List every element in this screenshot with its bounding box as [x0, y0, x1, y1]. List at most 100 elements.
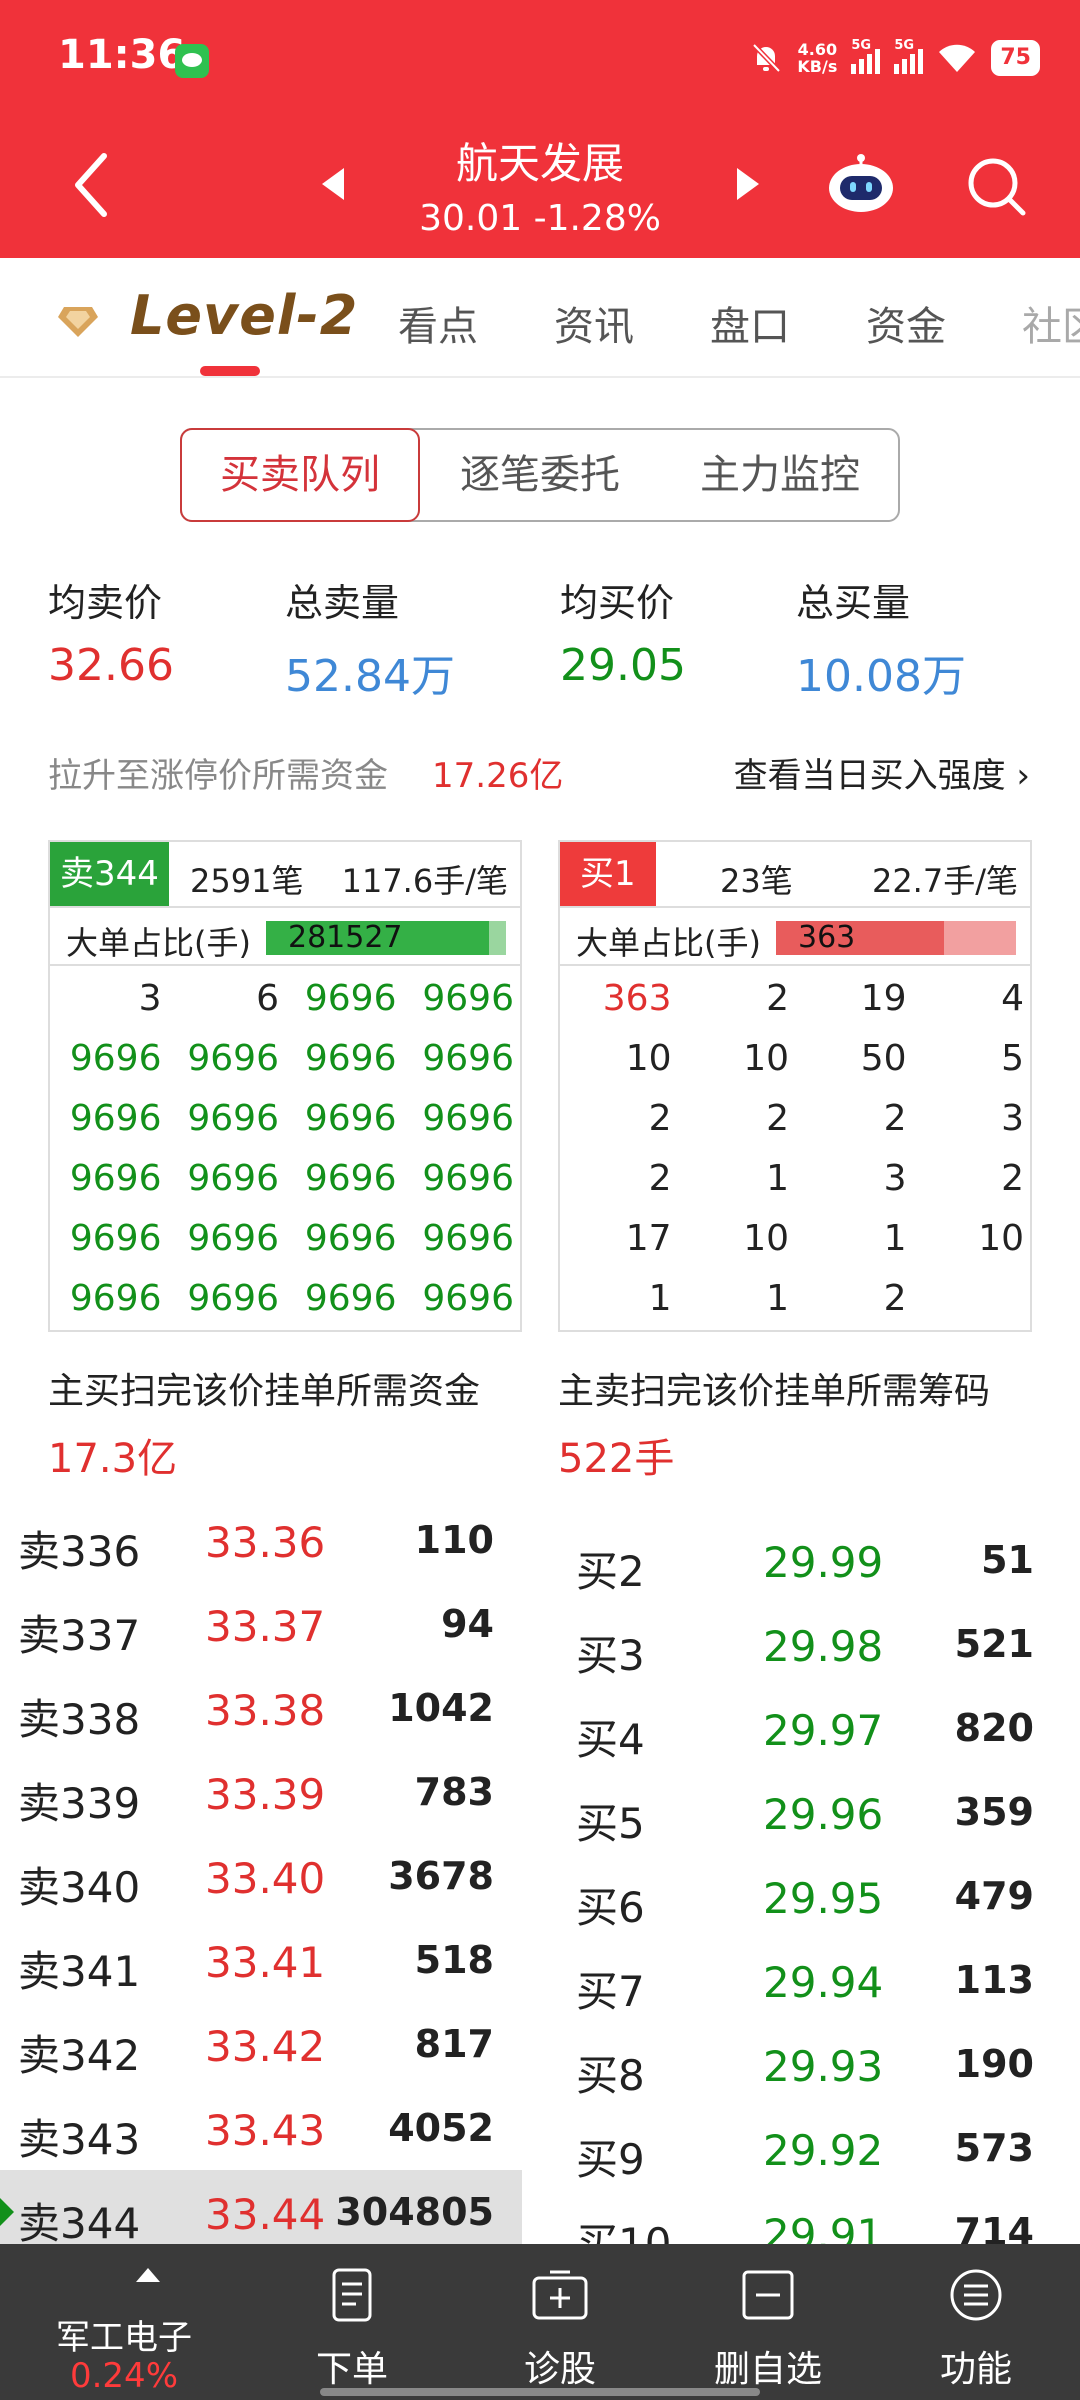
home-indicator[interactable] [320, 2388, 760, 2396]
sell-book-volume: 1042 [388, 1686, 494, 1730]
sell-book-row[interactable]: 卖344 33.44 304805 [0, 2170, 522, 2254]
sell-queue-row: 9696 9696 9696 9696 [50, 1028, 520, 1088]
sell-book-volume: 518 [414, 1938, 494, 1982]
buy-book-row[interactable]: 买5 29.96 359 [558, 1770, 1062, 1854]
sell-sweep-value: 522手 [558, 1436, 675, 1482]
search-icon[interactable] [965, 155, 1027, 217]
queue-segmented-control: 买卖队列 逐笔委托 主力监控 [180, 428, 900, 522]
diagnose-icon [532, 2270, 588, 2320]
buy-order-count: 23笔 [720, 862, 793, 900]
buy-book-volume: 479 [954, 1874, 1034, 1918]
sell-queue-cell: 9696 [422, 1157, 514, 1199]
buy-order-book: 买2 29.99 51 买3 29.98 521 买4 29.97 820 买5 29.96 359 买… [558, 1518, 1062, 2274]
buy-big-order-row: 大单占比(手) 363 [560, 908, 1030, 966]
sell-queue-grid: 3 6 9696 9696 9696 9696 9696 9696 9696 9696 9696 96… [50, 968, 520, 1328]
tab-funds[interactable]: 资金 [866, 294, 946, 352]
sell-book-level: 卖337 [18, 1611, 141, 1660]
segment-main-monitor[interactable]: 主力监控 [660, 430, 900, 520]
sell-book-volume: 4052 [388, 2106, 494, 2150]
tab-highlights[interactable]: 看点 [398, 294, 478, 352]
sell-book-row[interactable]: 卖336 33.36 110 [0, 1498, 522, 1582]
sell-book-row[interactable]: 卖338 33.38 1042 [0, 1666, 522, 1750]
sell-book-price: 33.43 [205, 2106, 326, 2155]
sell-book-row[interactable]: 卖337 33.37 94 [0, 1582, 522, 1666]
functions-label: 功能 [939, 2349, 1012, 2390]
buy-book-row[interactable]: 买3 29.98 521 [558, 1602, 1062, 1686]
avg-buy-label: 均买价 [560, 581, 675, 625]
buy-book-row[interactable]: 买4 29.97 820 [558, 1686, 1062, 1770]
buy-book-row[interactable]: 买8 29.93 190 [558, 2022, 1062, 2106]
diagnose-button[interactable]: 诊股 [460, 2244, 660, 2400]
sell-book-row[interactable]: 卖340 33.40 3678 [0, 1834, 522, 1918]
sell-book-row[interactable]: 卖341 33.41 518 [0, 1918, 522, 2002]
tab-news[interactable]: 资讯 [554, 294, 634, 352]
sell-book-price: 33.41 [205, 1938, 326, 1987]
sell-queue-row: 9696 9696 9696 9696 [50, 1268, 520, 1328]
buy-sweep-value: 17.3亿 [48, 1436, 178, 1482]
sell-book-price: 33.36 [205, 1518, 326, 1567]
functions-button[interactable]: 功能 [876, 2244, 1076, 2400]
sell-big-order-bar: 281527 [266, 921, 506, 955]
sell-queue-cell: 9696 [187, 1037, 279, 1079]
buy-queue-cell: 2 [648, 1157, 672, 1199]
diagnose-label: 诊股 [523, 2349, 596, 2390]
sell-book-level: 卖336 [18, 1527, 141, 1576]
buy-book-volume: 190 [954, 2042, 1034, 2086]
buy-book-level: 买7 [576, 1967, 645, 2016]
buy-queue-row: 1 1 2 [560, 1268, 1030, 1328]
buy-book-row[interactable]: 买6 29.95 479 [558, 1854, 1062, 1938]
order-button[interactable]: 下单 [252, 2244, 452, 2400]
next-stock-icon[interactable] [737, 168, 759, 200]
total-buy-label: 总买量 [796, 581, 911, 625]
sell-book-volume: 304805 [335, 2190, 494, 2234]
tab-orderbook[interactable]: 盘口 [710, 294, 790, 352]
buy-book-level: 买2 [576, 1547, 645, 1596]
signal-1-label: 5G [851, 38, 872, 53]
sell-book-level: 卖343 [18, 2115, 141, 2164]
buy-book-row[interactable]: 买7 29.94 113 [558, 1938, 1062, 2022]
sell-book-row[interactable]: 卖339 33.39 783 [0, 1750, 522, 1834]
related-sector-button[interactable]: 军工电子 0.24% [24, 2244, 224, 2400]
segment-buy-sell-queue[interactable]: 买卖队列 [180, 428, 420, 522]
active-tab-indicator [200, 366, 260, 376]
net-speed: 4.60 KB/s [797, 41, 837, 75]
sell-queue-cell: 9696 [304, 1157, 397, 1199]
sell-queue-cell: 9696 [422, 1097, 514, 1139]
sell-queue-cell: 9696 [304, 1217, 397, 1259]
wechat-icon [175, 44, 209, 78]
limit-up-funds-label: 拉升至涨停价所需资金 [48, 756, 388, 796]
buy-queue-cell: 1 [766, 1157, 789, 1199]
sell-avg-lots: 117.6手/笔 [341, 862, 508, 900]
buy-book-volume: 51 [981, 1538, 1034, 1582]
sell-sweep-label: 主卖扫完该价挂单所需筹码 [558, 1371, 991, 1412]
buy-big-order-label: 大单占比(手) [576, 924, 761, 962]
sell-queue-cell: 9696 [69, 1157, 162, 1199]
sell-queue-cell: 9696 [187, 1157, 279, 1199]
buy-queue-cell: 17 [625, 1217, 672, 1259]
tab-community[interactable]: 社区 [1022, 294, 1080, 352]
sell-queue-row: 9696 9696 9696 9696 [50, 1088, 520, 1148]
sell-queue-cell: 9696 [422, 1217, 514, 1259]
tab-level2[interactable]: Level-2 [130, 284, 358, 347]
buy-book-price: 29.94 [763, 1958, 884, 2007]
segment-tick-orders[interactable]: 逐笔委托 [420, 430, 660, 520]
sell-queue-cell: 9696 [69, 1217, 162, 1259]
net-speed-unit: KB/s [797, 57, 838, 76]
buy-queue-cell: 10 [743, 1037, 789, 1079]
buy-book-row[interactable]: 买9 29.92 573 [558, 2106, 1062, 2190]
buy-queue-cell: 3 [883, 1157, 907, 1199]
buy-queue-cell: 10 [625, 1037, 672, 1079]
sell-queue-cell: 9696 [304, 1277, 397, 1319]
menu-circle-icon [950, 2269, 1002, 2321]
buy-book-row[interactable]: 买2 29.99 51 [558, 1518, 1062, 1602]
sell-book-row[interactable]: 卖342 33.42 817 [0, 2002, 522, 2086]
buy-strength-link[interactable]: 查看当日买入强度 › [734, 748, 1030, 797]
buy-queue-row: 363 2 19 4 [560, 968, 1030, 1028]
sell-book-level: 卖344 [18, 2199, 141, 2248]
sell-book-row[interactable]: 卖343 33.43 4052 [0, 2086, 522, 2170]
stock-quote: 30.01 -1.28% [0, 198, 1080, 239]
robot-assistant-icon[interactable] [826, 152, 896, 214]
buy-queue-cell: 4 [1001, 977, 1024, 1019]
remove-watchlist-button[interactable]: 删自选 [668, 2244, 868, 2400]
order-label: 下单 [315, 2349, 388, 2390]
